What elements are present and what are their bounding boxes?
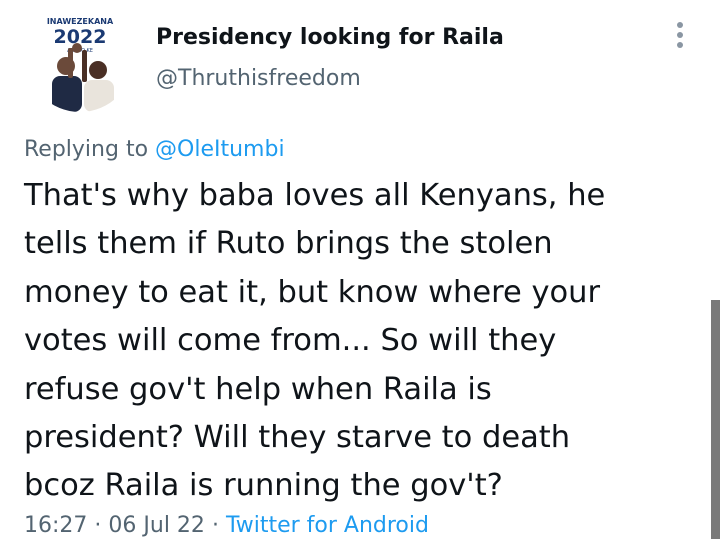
tweet: INAWEZEKANA 2022 AZIMIO.KE Presidency lo… xyxy=(0,0,720,539)
replying-to: Replying to @OleItumbi xyxy=(24,137,285,162)
avatar[interactable]: INAWEZEKANA 2022 AZIMIO.KE xyxy=(26,4,134,112)
tweet-time[interactable]: 16:27 xyxy=(24,513,87,538)
tweet-text-line: That's why baba loves all Kenyans, he xyxy=(24,178,606,213)
avatar-top-text: INAWEZEKANA xyxy=(47,17,114,26)
more-vertical-icon[interactable] xyxy=(670,22,690,56)
tweet-text-line: refuse gov't help when Raila is xyxy=(24,371,492,407)
tweet-date[interactable]: 06 Jul 22 xyxy=(108,513,205,538)
tweet-meta: 16:27 · 06 Jul 22 · Twitter for Android xyxy=(24,513,429,538)
tweet-source-link[interactable]: Twitter for Android xyxy=(226,513,429,538)
scrollbar[interactable] xyxy=(711,300,720,539)
tweet-text-line: money to eat it, but know where your xyxy=(24,274,601,310)
tweet-text-line: votes will come from... So will they xyxy=(24,323,557,359)
tweet-text: That's why baba loves all Kenyans, he te… xyxy=(24,172,694,511)
author-display-name[interactable]: Presidency looking for Raila xyxy=(156,25,504,50)
author-handle[interactable]: @Thruthisfreedom xyxy=(156,66,361,91)
tweet-text-line: president? Will they starve to death xyxy=(24,420,571,456)
tweet-text-line: tells them if Ruto brings the stolen xyxy=(24,226,553,262)
avatar-image: INAWEZEKANA 2022 AZIMIO.KE xyxy=(26,4,134,112)
tweet-text-line: bcoz Raila is running the gov't? xyxy=(24,468,503,504)
meta-separator: · xyxy=(211,513,219,538)
meta-separator: · xyxy=(94,513,102,538)
replying-to-prefix: Replying to xyxy=(24,137,149,162)
reply-target-link[interactable]: @OleItumbi xyxy=(155,137,285,162)
